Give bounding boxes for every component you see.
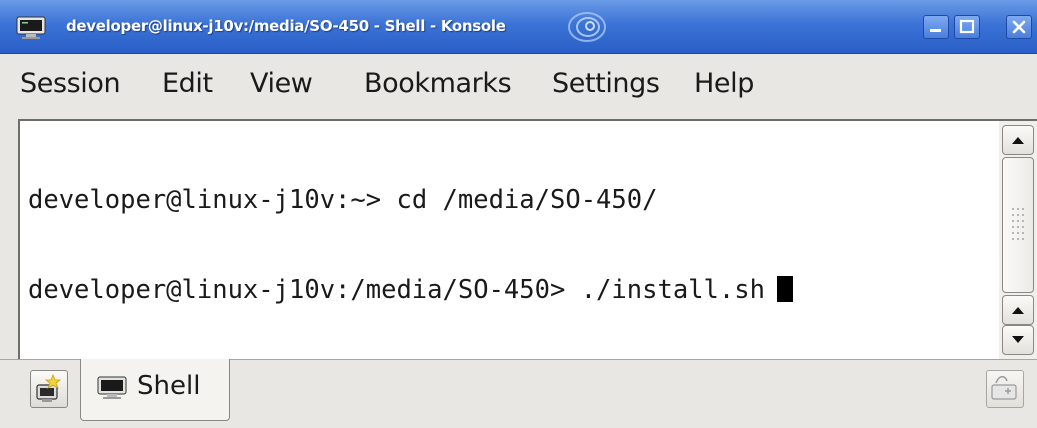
konsole-monitor-icon[interactable] bbox=[16, 16, 46, 40]
terminal-command: ./install.sh bbox=[580, 275, 765, 305]
menu-bookmarks[interactable]: Bookmarks bbox=[364, 68, 512, 99]
close-icon bbox=[1012, 20, 1026, 34]
menu-session[interactable]: Session bbox=[20, 68, 121, 99]
scroll-up-button[interactable] bbox=[1002, 125, 1034, 155]
session-tab-bar: Shell bbox=[0, 359, 1037, 428]
text-cursor bbox=[776, 276, 793, 302]
terminal-area[interactable]: developer@linux-j10v:~> cd /media/SO-450… bbox=[18, 119, 1037, 359]
menu-bar: Session Edit View Bookmarks Settings Hel… bbox=[0, 54, 1037, 114]
title-bar[interactable]: developer@linux-j10v:/media/SO-450 - She… bbox=[0, 0, 1037, 54]
close-session-button[interactable] bbox=[986, 370, 1024, 408]
tab-label: Shell bbox=[137, 371, 201, 401]
close-button[interactable] bbox=[1006, 15, 1032, 39]
terminal-icon bbox=[97, 376, 127, 399]
scroll-up-button-secondary[interactable] bbox=[1002, 295, 1034, 325]
arrow-up-icon bbox=[1012, 307, 1024, 314]
terminal-line: developer@linux-j10v:/media/SO-450> ./in… bbox=[28, 275, 793, 305]
menu-view[interactable]: View bbox=[250, 68, 313, 99]
menu-settings[interactable]: Settings bbox=[552, 68, 660, 99]
terminal-output[interactable]: developer@linux-j10v:~> cd /media/SO-450… bbox=[28, 125, 793, 365]
maximize-button[interactable] bbox=[954, 15, 980, 39]
tab-shell[interactable]: Shell bbox=[80, 359, 230, 421]
new-session-button[interactable] bbox=[30, 370, 68, 408]
vertical-scrollbar[interactable] bbox=[999, 121, 1037, 359]
close-session-icon bbox=[991, 376, 1017, 400]
maximize-icon bbox=[959, 19, 975, 34]
window-title: developer@linux-j10v:/media/SO-450 - She… bbox=[66, 17, 506, 35]
suse-swirl-icon bbox=[568, 12, 606, 42]
scrollbar-thumb[interactable] bbox=[1002, 157, 1034, 293]
minimize-icon bbox=[930, 29, 941, 32]
minimize-button[interactable] bbox=[923, 15, 949, 39]
new-session-icon bbox=[36, 373, 62, 402]
arrow-up-icon bbox=[1012, 137, 1024, 144]
arrow-down-icon bbox=[1012, 336, 1024, 343]
konsole-window: developer@linux-j10v:/media/SO-450 - She… bbox=[0, 0, 1037, 428]
scroll-down-button[interactable] bbox=[1002, 325, 1034, 355]
terminal-prompt: developer@linux-j10v:/media/SO-450> bbox=[28, 275, 566, 305]
menu-help[interactable]: Help bbox=[694, 68, 754, 99]
terminal-prompt: developer@linux-j10v:~> bbox=[28, 185, 382, 215]
grip-icon bbox=[1012, 208, 1024, 240]
menu-edit[interactable]: Edit bbox=[162, 68, 213, 99]
terminal-line: developer@linux-j10v:~> cd /media/SO-450… bbox=[28, 185, 793, 215]
terminal-command: cd /media/SO-450/ bbox=[396, 185, 658, 215]
